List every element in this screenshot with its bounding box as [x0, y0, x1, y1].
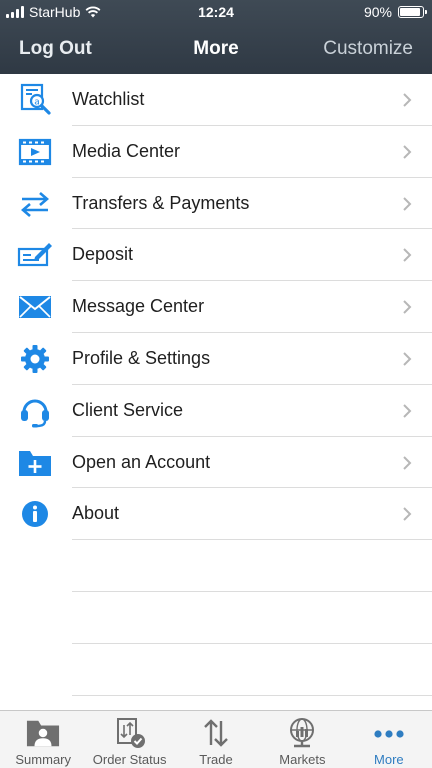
- status-bar: StarHub 12:24 90%: [0, 0, 432, 24]
- menu-item-label: Media Center: [72, 140, 181, 161]
- chevron-right-icon: [403, 145, 412, 159]
- list-separator: [72, 591, 432, 592]
- tab-markets[interactable]: Markets: [259, 711, 345, 768]
- menu-item-label: Profile & Settings: [72, 347, 211, 368]
- chevron-right-icon: [403, 196, 412, 211]
- transfer-arrows-icon: [17, 187, 53, 221]
- menu-item-label: Message Center: [72, 296, 205, 317]
- chevron-right-icon: [403, 352, 412, 366]
- menu-item-transfers-payments[interactable]: Transfers & Payments: [0, 178, 432, 230]
- order-status-icon: [113, 717, 147, 749]
- tab-more[interactable]: More: [346, 711, 432, 768]
- folder-plus-icon: [17, 446, 53, 480]
- check-deposit-icon: [17, 238, 53, 272]
- info-icon: [17, 497, 53, 531]
- chevron-right-icon: [403, 507, 412, 522]
- menu-item-message-center[interactable]: Message Center: [0, 281, 432, 333]
- chevron-right-icon: [403, 93, 412, 107]
- menu-item-about[interactable]: About: [0, 488, 432, 541]
- tab-label: Trade: [199, 752, 233, 767]
- trade-arrows-icon: [199, 717, 233, 749]
- menu-item-watchlist[interactable]: a Watchlist: [0, 74, 432, 126]
- watchlist-icon: a: [17, 83, 53, 117]
- tab-summary[interactable]: Summary: [0, 711, 86, 768]
- menu-item-deposit[interactable]: Deposit: [0, 229, 432, 282]
- menu-item-client-service[interactable]: Client Service: [0, 385, 432, 437]
- menu-item-label: Deposit: [72, 244, 134, 265]
- ellipsis-icon: [372, 717, 406, 749]
- menu-item-profile-settings[interactable]: Profile & Settings: [0, 333, 432, 385]
- battery-percent: 90%: [363, 4, 392, 20]
- more-menu-list: a Watchlist Media Center Transfers & Pay…: [0, 74, 432, 541]
- menu-item-label: Watchlist: [72, 89, 145, 109]
- media-center-icon: [17, 135, 53, 169]
- svg-text:a: a: [34, 98, 40, 108]
- gear-icon: [17, 342, 53, 376]
- list-separator: [72, 643, 432, 644]
- globe-chart-icon: [285, 717, 319, 749]
- menu-item-media-center[interactable]: Media Center: [0, 126, 432, 178]
- tab-trade[interactable]: Trade: [173, 711, 259, 768]
- navigation-bar: Log Out More Customize: [0, 26, 432, 70]
- list-separator: [72, 695, 432, 696]
- menu-item-label: Transfers & Payments: [72, 192, 250, 213]
- chevron-right-icon: [403, 404, 412, 418]
- customize-button[interactable]: Customize: [323, 38, 413, 60]
- menu-item-label: Client Service: [72, 399, 184, 420]
- tab-label: Order Status: [92, 752, 167, 767]
- summary-person-icon: [26, 717, 60, 749]
- battery-icon: [398, 6, 427, 18]
- chevron-right-icon: [403, 300, 412, 314]
- tab-label: Markets: [279, 752, 326, 767]
- menu-item-open-account[interactable]: Open an Account: [0, 437, 432, 489]
- chevron-right-icon: [403, 248, 412, 263]
- tab-bar: Summary Order Status Trade Markets More: [0, 710, 432, 768]
- tab-label: More: [374, 752, 404, 767]
- tab-label: Summary: [15, 752, 72, 767]
- menu-item-label: About: [72, 503, 120, 524]
- envelope-icon: [17, 290, 53, 324]
- log-out-button[interactable]: Log Out: [19, 38, 92, 60]
- menu-item-label: Open an Account: [72, 451, 211, 472]
- top-bar: StarHub 12:24 90% Log Out More Customize: [0, 0, 432, 74]
- headset-icon: [17, 394, 53, 428]
- chevron-right-icon: [403, 455, 412, 470]
- tab-order-status[interactable]: Order Status: [86, 711, 172, 768]
